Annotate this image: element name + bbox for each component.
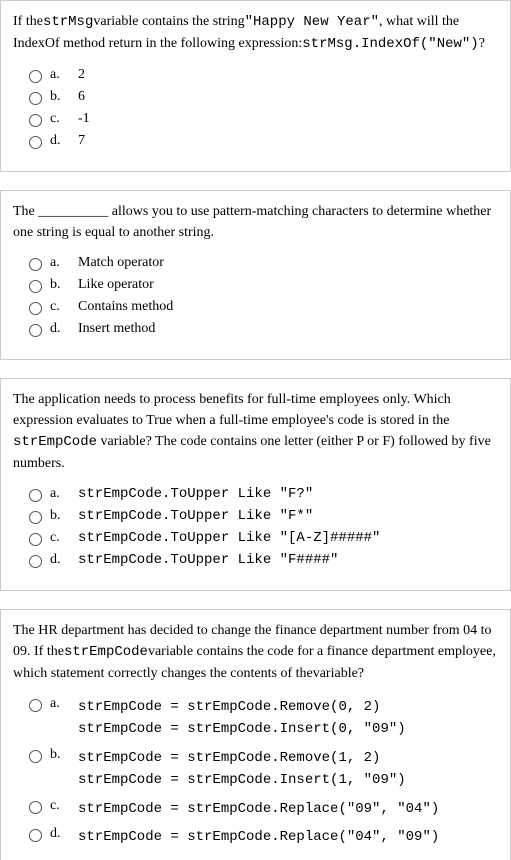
radio-icon[interactable] bbox=[29, 750, 42, 763]
option-text: Contains method bbox=[78, 299, 173, 315]
radio-icon[interactable] bbox=[29, 92, 42, 105]
radio-icon[interactable] bbox=[29, 114, 42, 127]
option-text: strEmpCode = strEmpCode.Replace("04", "0… bbox=[78, 826, 439, 848]
radio-icon[interactable] bbox=[29, 801, 42, 814]
radio-icon[interactable] bbox=[29, 511, 42, 524]
radio-icon[interactable] bbox=[29, 70, 42, 83]
q1-option-b[interactable]: b. 6 bbox=[29, 89, 498, 105]
option-text: strEmpCode = strEmpCode.Replace("09", "0… bbox=[78, 798, 439, 820]
option-label: c. bbox=[50, 530, 72, 546]
option-label: d. bbox=[50, 552, 72, 568]
radio-icon[interactable] bbox=[29, 699, 42, 712]
option-label: c. bbox=[50, 111, 72, 127]
question-4: The HR department has decided to change … bbox=[0, 609, 511, 860]
option-label: a. bbox=[50, 696, 72, 712]
option-label: d. bbox=[50, 133, 72, 149]
option-label: b. bbox=[50, 277, 72, 293]
q1-text-pre: If the bbox=[13, 14, 43, 29]
q1-option-c[interactable]: c. -1 bbox=[29, 111, 498, 127]
option-label: c. bbox=[50, 798, 72, 814]
option-text: 6 bbox=[78, 89, 85, 105]
radio-icon[interactable] bbox=[29, 280, 42, 293]
option-text: strEmpCode.ToUpper Like "[A-Z]#####" bbox=[78, 530, 380, 546]
option-text: strEmpCode.ToUpper Like "F####" bbox=[78, 552, 338, 568]
option-line-1: strEmpCode = strEmpCode.Replace("04", "0… bbox=[78, 826, 439, 848]
option-label: b. bbox=[50, 89, 72, 105]
option-label: b. bbox=[50, 508, 72, 524]
q1-code2: "Happy New Year" bbox=[245, 14, 379, 30]
q3-text-pre: The application needs to process benefit… bbox=[13, 392, 451, 428]
option-label: a. bbox=[50, 486, 72, 502]
q4-option-a[interactable]: a. strEmpCode = strEmpCode.Remove(0, 2) … bbox=[29, 696, 498, 741]
question-2-options: a. Match operator b. Like operator c. Co… bbox=[29, 255, 498, 337]
q3-option-c[interactable]: c. strEmpCode.ToUpper Like "[A-Z]#####" bbox=[29, 530, 498, 546]
option-text: Insert method bbox=[78, 321, 155, 337]
question-3-options: a. strEmpCode.ToUpper Like "F?" b. strEm… bbox=[29, 486, 498, 568]
option-text: Like operator bbox=[78, 277, 154, 293]
radio-icon[interactable] bbox=[29, 258, 42, 271]
q2-option-b[interactable]: b. Like operator bbox=[29, 277, 498, 293]
option-label: c. bbox=[50, 299, 72, 315]
q1-option-d[interactable]: d. 7 bbox=[29, 133, 498, 149]
option-label: d. bbox=[50, 321, 72, 337]
option-label: b. bbox=[50, 747, 72, 763]
question-2: The __________ allows you to use pattern… bbox=[0, 190, 511, 360]
q1-code1: strMsg bbox=[43, 14, 93, 30]
question-1-text: If thestrMsgvariable contains the string… bbox=[13, 11, 498, 55]
question-3-text: The application needs to process benefit… bbox=[13, 389, 498, 474]
q3-option-d[interactable]: d. strEmpCode.ToUpper Like "F####" bbox=[29, 552, 498, 568]
option-text: strEmpCode.ToUpper Like "F?" bbox=[78, 486, 313, 502]
question-1: If thestrMsgvariable contains the string… bbox=[0, 0, 511, 172]
q4-option-c[interactable]: c. strEmpCode = strEmpCode.Replace("09",… bbox=[29, 798, 498, 820]
option-line-1: strEmpCode = strEmpCode.Replace("09", "0… bbox=[78, 798, 439, 820]
q4-option-b[interactable]: b. strEmpCode = strEmpCode.Remove(1, 2) … bbox=[29, 747, 498, 792]
q1-option-a[interactable]: a. 2 bbox=[29, 67, 498, 83]
q3-code1: strEmpCode bbox=[13, 434, 97, 450]
option-line-2: strEmpCode = strEmpCode.Insert(0, "09") bbox=[78, 718, 406, 740]
question-2-text: The __________ allows you to use pattern… bbox=[13, 201, 498, 243]
q3-option-a[interactable]: a. strEmpCode.ToUpper Like "F?" bbox=[29, 486, 498, 502]
radio-icon[interactable] bbox=[29, 829, 42, 842]
option-label: d. bbox=[50, 826, 72, 842]
radio-icon[interactable] bbox=[29, 302, 42, 315]
option-text: 7 bbox=[78, 133, 85, 149]
radio-icon[interactable] bbox=[29, 533, 42, 546]
option-text: strEmpCode = strEmpCode.Remove(0, 2) str… bbox=[78, 696, 406, 741]
q1-code3: strMsg.IndexOf("New") bbox=[302, 36, 478, 52]
q1-text-mid1: variable contains the string bbox=[93, 14, 244, 29]
option-text: strEmpCode = strEmpCode.Remove(1, 2) str… bbox=[78, 747, 406, 792]
option-text: 2 bbox=[78, 67, 85, 83]
option-line-1: strEmpCode = strEmpCode.Remove(0, 2) bbox=[78, 696, 406, 718]
option-line-1: strEmpCode = strEmpCode.Remove(1, 2) bbox=[78, 747, 406, 769]
q2-option-d[interactable]: d. Insert method bbox=[29, 321, 498, 337]
question-4-options: a. strEmpCode = strEmpCode.Remove(0, 2) … bbox=[29, 696, 498, 848]
q2-option-c[interactable]: c. Contains method bbox=[29, 299, 498, 315]
option-line-2: strEmpCode = strEmpCode.Insert(1, "09") bbox=[78, 769, 406, 791]
q2-option-a[interactable]: a. Match operator bbox=[29, 255, 498, 271]
option-text: -1 bbox=[78, 111, 90, 127]
q4-code1: strEmpCode bbox=[64, 644, 148, 660]
q4-option-d[interactable]: d. strEmpCode = strEmpCode.Replace("04",… bbox=[29, 826, 498, 848]
q3-option-b[interactable]: b. strEmpCode.ToUpper Like "F*" bbox=[29, 508, 498, 524]
radio-icon[interactable] bbox=[29, 136, 42, 149]
radio-icon[interactable] bbox=[29, 555, 42, 568]
option-text: strEmpCode.ToUpper Like "F*" bbox=[78, 508, 313, 524]
question-1-options: a. 2 b. 6 c. -1 d. 7 bbox=[29, 67, 498, 149]
q1-text-end: ? bbox=[479, 36, 485, 51]
option-text: Match operator bbox=[78, 255, 164, 271]
radio-icon[interactable] bbox=[29, 324, 42, 337]
question-4-text: The HR department has decided to change … bbox=[13, 620, 498, 684]
question-3: The application needs to process benefit… bbox=[0, 378, 511, 591]
radio-icon[interactable] bbox=[29, 489, 42, 502]
option-label: a. bbox=[50, 255, 72, 271]
option-label: a. bbox=[50, 67, 72, 83]
